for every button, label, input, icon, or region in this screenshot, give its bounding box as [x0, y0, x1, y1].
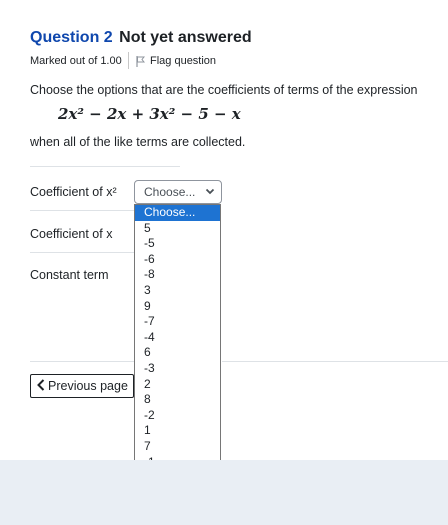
coefficient-x2-select[interactable]: Choose... — [134, 180, 222, 204]
question-number: 2 — [103, 29, 113, 46]
flag-question-link[interactable]: Flag question — [136, 55, 216, 67]
select-option[interactable]: 6 — [135, 345, 220, 361]
select-option[interactable]: -2 — [135, 408, 220, 424]
select-value: Choose... — [144, 185, 196, 199]
math-expression-text: 2x² − 2x + 3x² − 5 − x — [58, 105, 241, 123]
previous-page-button[interactable]: Previous page — [30, 374, 134, 398]
select-option[interactable]: 7 — [135, 439, 220, 455]
select-option[interactable]: -4 — [135, 330, 220, 346]
select-option[interactable]: -7 — [135, 314, 220, 330]
select-option[interactable]: -3 — [135, 361, 220, 377]
marked-out-of: Marked out of 1.00 — [30, 55, 122, 67]
select-option[interactable]: 8 — [135, 392, 220, 408]
flag-icon — [136, 55, 145, 67]
question-after-text: when all of the like terms are collected… — [30, 135, 246, 149]
chevron-left-icon — [37, 378, 45, 394]
divider — [30, 252, 134, 253]
question-title: Question 2 Not yet answered — [30, 29, 252, 47]
divider — [30, 210, 134, 211]
question-label: Question — [30, 29, 100, 46]
select-option[interactable]: -6 — [135, 252, 220, 268]
select-option[interactable]: 2 — [135, 377, 220, 393]
row-label-constant-term: Constant term — [30, 268, 109, 282]
select-option[interactable]: 5 — [135, 221, 220, 237]
select-option[interactable]: -8 — [135, 267, 220, 283]
select-option[interactable]: 1 — [135, 423, 220, 439]
previous-page-label: Previous page — [48, 379, 128, 393]
info-divider — [128, 52, 129, 69]
page-footer — [0, 460, 448, 525]
select-option[interactable]: 9 — [135, 299, 220, 315]
question-prompt: Choose the options that are the coeffici… — [30, 83, 418, 97]
divider — [30, 166, 180, 167]
divider — [222, 361, 448, 362]
chevron-down-icon — [205, 185, 215, 200]
row-label-coefficient-x2: Coefficient of x² — [30, 185, 117, 199]
select-option[interactable]: -5 — [135, 236, 220, 252]
row-label-coefficient-x: Coefficient of x — [30, 227, 113, 241]
divider — [30, 361, 134, 362]
flag-question-label: Flag question — [150, 55, 217, 67]
question-status: Not yet answered — [119, 29, 252, 46]
math-expression: 2x² − 2x + 3x² − 5 − x — [58, 105, 241, 123]
select-option[interactable]: 3 — [135, 283, 220, 299]
select-option[interactable]: Choose... — [135, 205, 220, 221]
